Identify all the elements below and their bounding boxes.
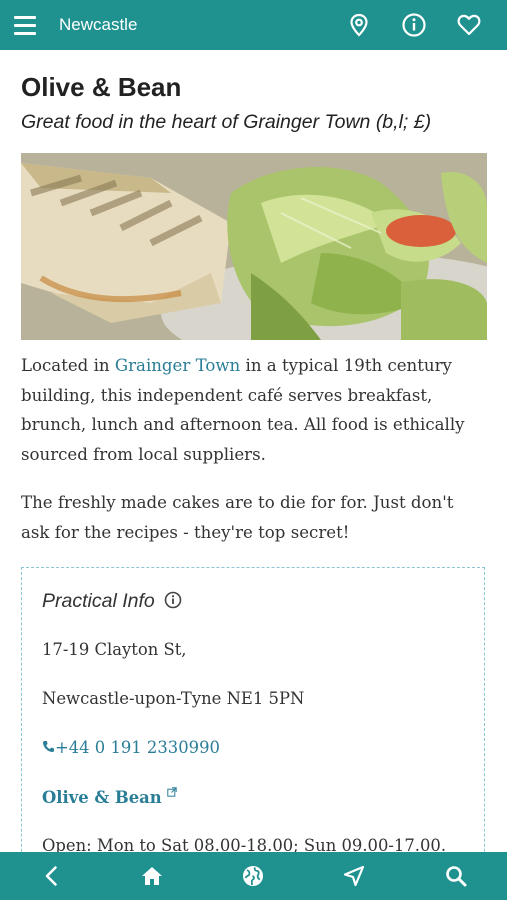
place-title: Olive & Bean <box>21 72 182 102</box>
phone-number: +44 0 191 2330990 <box>55 738 220 757</box>
address-line-1: 17-19 Clayton St, <box>42 640 187 659</box>
food-photo <box>21 153 487 340</box>
website-link[interactable]: Olive & Bean <box>42 787 178 807</box>
location-pin-icon[interactable] <box>346 12 372 38</box>
info-icon[interactable] <box>164 591 182 609</box>
back-icon[interactable] <box>40 864 64 888</box>
navigate-icon[interactable] <box>342 864 366 888</box>
website-link-text: Olive & Bean <box>42 788 162 807</box>
external-link-icon <box>167 787 178 797</box>
heart-icon[interactable] <box>456 12 482 38</box>
practical-info-title: Practical Info <box>42 590 182 613</box>
description-paragraph-2: The freshly made cakes are to die for fo… <box>21 493 454 542</box>
practical-info-title-text: Practical Info <box>42 590 155 612</box>
practical-info-box: Practical Info 17-19 Clayton St, Newcast… <box>21 567 485 887</box>
place-tagline: Great food in the heart of Grainger Town… <box>21 111 432 133</box>
header-title: Newcastle <box>59 15 138 34</box>
menu-icon[interactable] <box>14 15 36 35</box>
phone-icon <box>43 741 54 752</box>
phone-link[interactable]: +44 0 191 2330990 <box>42 738 220 757</box>
home-icon[interactable] <box>140 864 164 888</box>
globe-icon[interactable] <box>241 864 265 888</box>
place-detail: Olive & Bean Great food in the heart of … <box>21 70 487 542</box>
bottom-navigation <box>0 852 507 900</box>
grainger-town-link[interactable]: Grainger Town <box>115 356 240 375</box>
search-icon[interactable] <box>444 864 468 888</box>
description-text: Located in <box>21 356 115 375</box>
app-header: Newcastle <box>0 0 507 50</box>
address-line-2: Newcastle-upon-Tyne NE1 5PN <box>42 689 305 708</box>
info-icon[interactable] <box>401 12 427 38</box>
description-paragraph-1: Located in Grainger Town in a typical 19… <box>21 351 487 469</box>
